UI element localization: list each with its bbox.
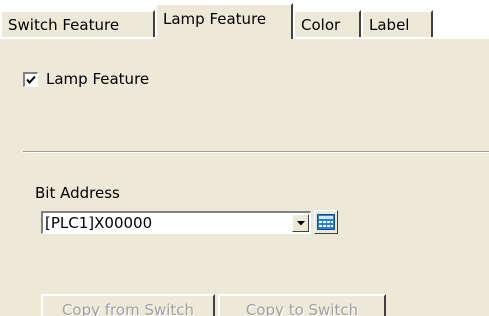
chevron-down-icon	[297, 221, 305, 226]
check-icon	[26, 75, 36, 84]
tab-strip: Switch Feature Lamp Feature Color Label	[0, 0, 489, 39]
tab-label: Lamp Feature	[163, 10, 267, 28]
copy-from-switch-button[interactable]: Copy from Switch	[41, 294, 215, 316]
bit-address-dropdown-button[interactable]	[292, 214, 309, 232]
lamp-feature-checkbox-label: Lamp Feature	[46, 70, 150, 88]
section-divider	[23, 151, 489, 153]
tab-label: Label	[369, 16, 410, 34]
lamp-feature-checkbox[interactable]	[23, 71, 38, 87]
tab-lamp-feature[interactable]: Lamp Feature	[155, 3, 293, 39]
tab-label[interactable]: Label	[361, 10, 433, 38]
bit-address-combobox[interactable]: [PLC1]X00000	[41, 211, 311, 234]
tab-label: Color	[301, 16, 341, 34]
bit-address-value: [PLC1]X00000	[45, 214, 153, 232]
address-input-button[interactable]	[314, 210, 338, 234]
copy-to-switch-label: Copy to Switch	[245, 301, 359, 316]
lamp-feature-dialog: Switch Feature Lamp Feature Color Label …	[0, 0, 489, 316]
copy-from-switch-label: Copy from Switch	[61, 301, 195, 316]
keypad-icon	[317, 214, 335, 230]
tab-switch-feature[interactable]: Switch Feature	[0, 10, 155, 38]
tab-panel: Lamp Feature Bit Address [PLC1]X00000 Co…	[0, 37, 489, 316]
lamp-feature-checkbox-row[interactable]: Lamp Feature	[23, 70, 149, 88]
tab-color[interactable]: Color	[293, 10, 361, 38]
copy-to-switch-button[interactable]: Copy to Switch	[218, 294, 386, 316]
tab-label: Switch Feature	[8, 16, 120, 34]
bit-address-label: Bit Address	[35, 184, 120, 202]
